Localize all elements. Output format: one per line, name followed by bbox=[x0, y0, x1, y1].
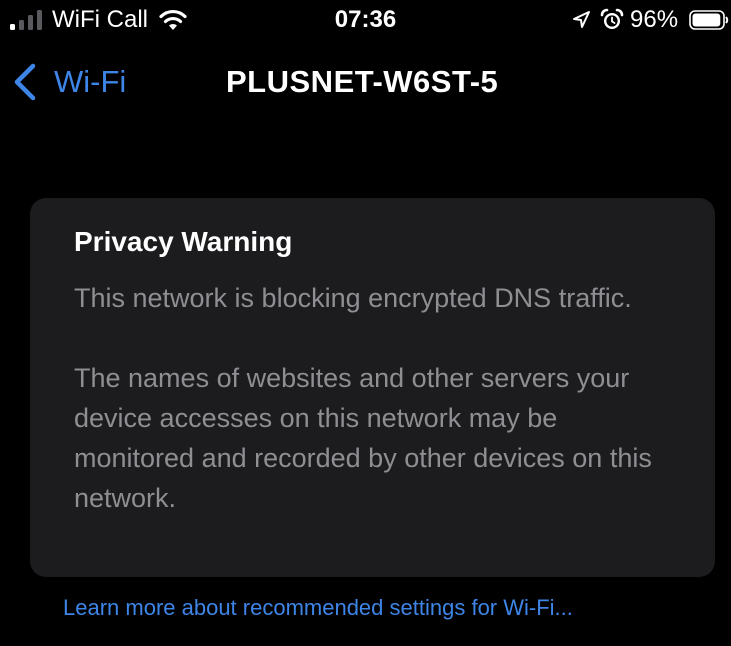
navigation-bar: Wi-Fi PLUSNET-W6ST-5 bbox=[0, 50, 731, 116]
privacy-warning-text-dns: This network is blocking encrypted DNS t… bbox=[74, 283, 632, 313]
chevron-left-icon bbox=[14, 63, 36, 101]
alarm-icon bbox=[600, 8, 624, 29]
privacy-warning-title: Privacy Warning bbox=[74, 226, 293, 257]
back-button[interactable]: Wi-Fi bbox=[12, 60, 126, 104]
privacy-warning-text-monitoring: The names of websites and other servers … bbox=[74, 363, 652, 513]
location-icon bbox=[573, 11, 590, 28]
privacy-warning-card: Privacy Warning This network is blocking… bbox=[30, 198, 715, 577]
back-button-label: Wi-Fi bbox=[54, 64, 127, 99]
learn-more-link[interactable]: Learn more about recommended settings fo… bbox=[63, 594, 573, 622]
page-title: PLUSNET-W6ST-5 bbox=[226, 64, 499, 99]
status-bar: WiFi Call 07:36 96% bbox=[0, 0, 731, 40]
battery-percent: 96% bbox=[630, 6, 679, 33]
battery-icon bbox=[689, 10, 729, 30]
